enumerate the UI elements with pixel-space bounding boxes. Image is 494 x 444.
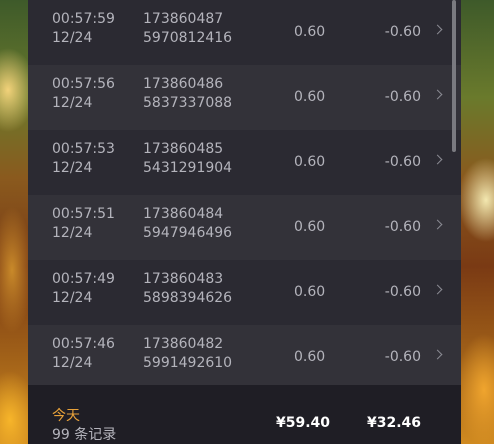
- chevron-right-icon[interactable]: [432, 349, 443, 360]
- record-row[interactable]: 00:57:46 12/24 173860482 5991492610 0.60…: [28, 325, 461, 390]
- chevron-right-icon[interactable]: [432, 89, 443, 100]
- record-win: -0.60: [384, 154, 421, 170]
- record-date: 12/24: [52, 355, 93, 371]
- record-list[interactable]: 00:57:59 12/24 173860487 5970812416 0.60…: [28, 0, 461, 390]
- total-win: ¥32.46: [366, 415, 421, 431]
- record-time: 00:57:53: [52, 141, 115, 157]
- record-datetime: 00:57:59 12/24: [52, 10, 115, 48]
- record-id-line1: 173860485: [143, 141, 224, 157]
- scrollbar[interactable]: [452, 0, 456, 152]
- record-id: 173860486 5837337088: [143, 75, 232, 113]
- record-win: -0.60: [384, 24, 421, 40]
- record-date: 12/24: [52, 225, 93, 241]
- record-row[interactable]: 00:57:56 12/24 173860486 5837337088 0.60…: [28, 65, 461, 130]
- record-date: 12/24: [52, 160, 93, 176]
- record-win: -0.60: [384, 284, 421, 300]
- record-bet: 0.60: [294, 219, 326, 235]
- record-datetime: 00:57:51 12/24: [52, 205, 115, 243]
- summary-footer: 今天 99 条记录 ¥59.40 ¥32.46: [28, 385, 461, 444]
- record-win: -0.60: [384, 219, 421, 235]
- record-bet: 0.60: [294, 284, 326, 300]
- record-win: -0.60: [384, 349, 421, 365]
- record-date: 12/24: [52, 95, 93, 111]
- record-id-line2: 5991492610: [143, 355, 233, 371]
- record-row[interactable]: 00:57:59 12/24 173860487 5970812416 0.60…: [28, 0, 461, 65]
- record-datetime: 00:57:46 12/24: [52, 335, 115, 373]
- record-id-line2: 5837337088: [143, 95, 233, 111]
- record-datetime: 00:57:53 12/24: [52, 140, 115, 178]
- record-time: 00:57:46: [52, 336, 115, 352]
- chevron-right-icon[interactable]: [432, 284, 443, 295]
- record-time: 00:57:56: [52, 76, 115, 92]
- record-id-line2: 5431291904: [143, 160, 233, 176]
- record-id-line1: 173860482: [143, 336, 224, 352]
- record-count: 99 条记录: [52, 427, 117, 443]
- chevron-right-icon[interactable]: [432, 219, 443, 230]
- record-id-line1: 173860484: [143, 206, 224, 222]
- record-time: 00:57:51: [52, 206, 115, 222]
- record-id: 173860487 5970812416: [143, 10, 232, 48]
- record-date: 12/24: [52, 290, 93, 306]
- record-id-line1: 173860487: [143, 11, 224, 27]
- record-id-line2: 5970812416: [143, 30, 233, 46]
- record-row[interactable]: 00:57:53 12/24 173860485 5431291904 0.60…: [28, 130, 461, 195]
- record-id: 173860484 5947946496: [143, 205, 232, 243]
- record-time: 00:57:49: [52, 271, 115, 287]
- record-id: 173860482 5991492610: [143, 335, 232, 373]
- record-bet: 0.60: [294, 154, 326, 170]
- record-id: 173860483 5898394626: [143, 270, 232, 308]
- chevron-right-icon[interactable]: [432, 154, 443, 165]
- record-id-line2: 5898394626: [143, 290, 233, 306]
- record-row[interactable]: 00:57:51 12/24 173860484 5947946496 0.60…: [28, 195, 461, 260]
- record-datetime: 00:57:56 12/24: [52, 75, 115, 113]
- record-id-line1: 173860483: [143, 271, 224, 287]
- record-row[interactable]: 00:57:49 12/24 173860483 5898394626 0.60…: [28, 260, 461, 325]
- history-panel: 00:57:59 12/24 173860487 5970812416 0.60…: [28, 0, 461, 444]
- record-bet: 0.60: [294, 24, 326, 40]
- record-datetime: 00:57:49 12/24: [52, 270, 115, 308]
- record-bet: 0.60: [294, 89, 326, 105]
- record-bet: 0.60: [294, 349, 326, 365]
- total-bet: ¥59.40: [276, 415, 331, 431]
- today-label: 今天: [52, 408, 80, 424]
- record-time: 00:57:59: [52, 11, 115, 27]
- chevron-right-icon[interactable]: [432, 24, 443, 35]
- record-id-line1: 173860486: [143, 76, 224, 92]
- record-win: -0.60: [384, 89, 421, 105]
- record-id-line2: 5947946496: [143, 225, 233, 241]
- record-date: 12/24: [52, 30, 93, 46]
- record-id: 173860485 5431291904: [143, 140, 232, 178]
